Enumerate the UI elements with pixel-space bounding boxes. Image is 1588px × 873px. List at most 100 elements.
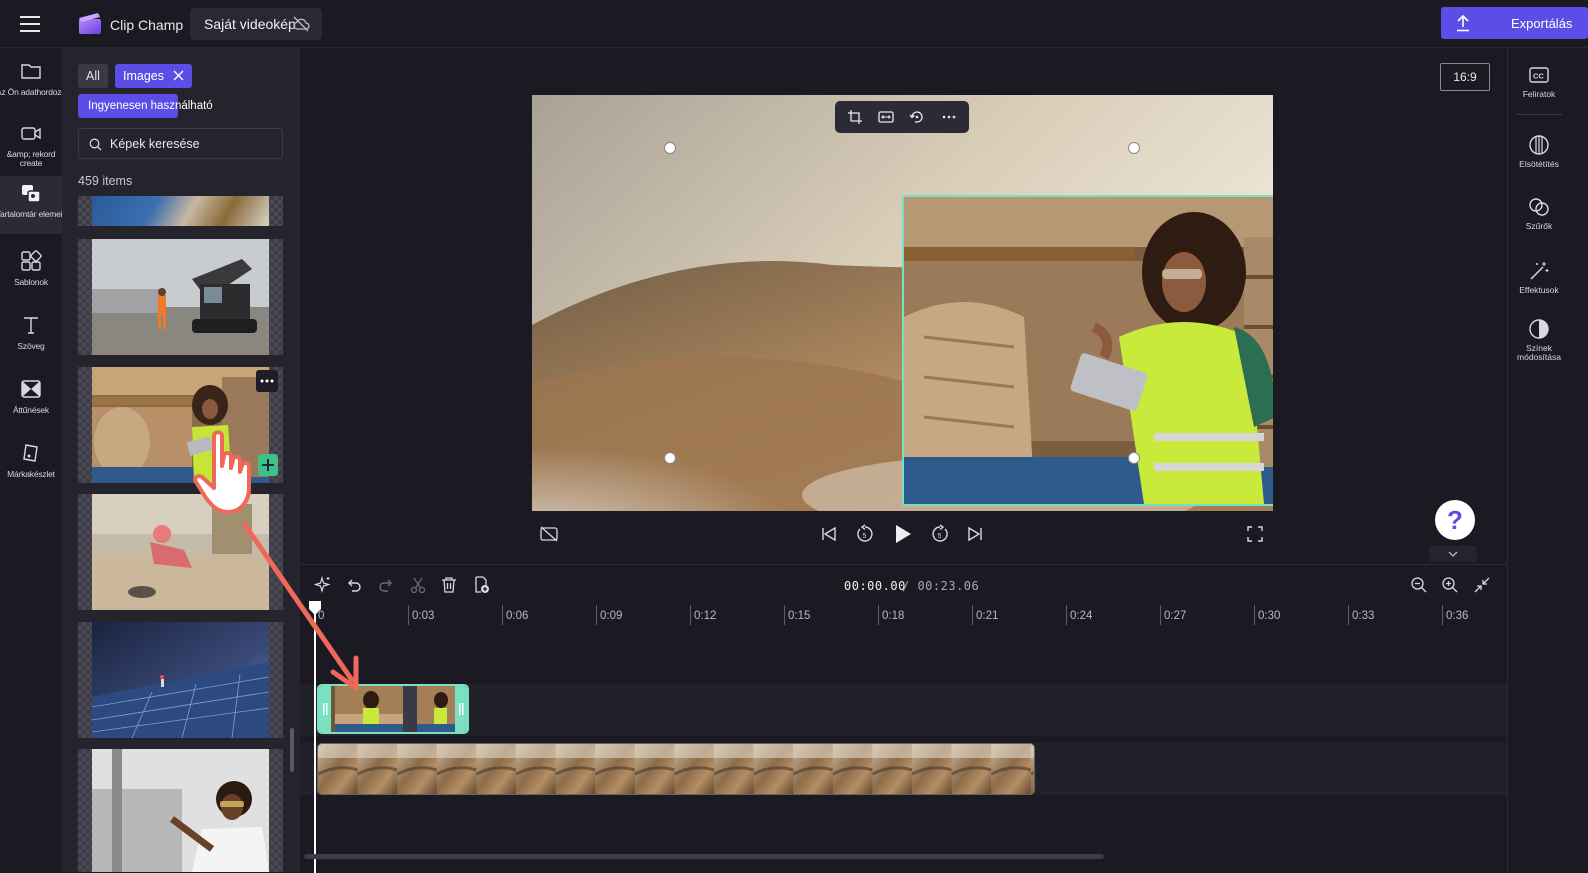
resize-handle-top-left[interactable] — [664, 142, 676, 154]
sidebar-item-fade[interactable]: Elsötétítés — [1508, 134, 1588, 190]
zoom-in-icon[interactable] — [1441, 576, 1459, 594]
magic-sparkle-icon[interactable] — [314, 576, 332, 594]
adjust-colors-icon — [1528, 318, 1550, 340]
fade-icon — [1528, 134, 1550, 156]
sidebar-item-brand-kit[interactable]: Márkakészlet — [0, 436, 62, 494]
ruler-tick-label: 0:18 — [882, 610, 905, 622]
image-thumbnail[interactable] — [78, 622, 283, 738]
playhead-handle[interactable] — [309, 601, 321, 615]
items-count: 459 items — [78, 174, 132, 188]
play-icon[interactable] — [893, 523, 913, 545]
captions-icon: CC — [1528, 64, 1550, 86]
ruler-tick: 0:15 — [784, 605, 810, 625]
search-input[interactable]: Képek keresése — [78, 128, 283, 159]
ruler-tick-label: 0:12 — [694, 610, 717, 622]
playhead[interactable] — [314, 605, 316, 873]
sidebar-item-label: &amp; rekord create — [6, 149, 56, 168]
clipchamp-logo-icon — [78, 12, 102, 36]
text-icon — [20, 314, 42, 336]
svg-text:CC: CC — [1533, 72, 1544, 81]
video-clip-desert[interactable] — [317, 743, 1035, 795]
fit-timeline-icon[interactable] — [1473, 576, 1491, 594]
library-scrollbar[interactable] — [290, 728, 294, 772]
skip-to-end-icon[interactable] — [966, 525, 984, 543]
lab-scientist-photo — [92, 749, 269, 872]
templates-icon — [20, 250, 42, 272]
more-options-icon[interactable] — [941, 109, 957, 125]
hamburger-menu-icon[interactable] — [18, 13, 42, 35]
current-time: 00:00.00 — [844, 579, 906, 593]
resize-handle-top-right[interactable] — [1128, 142, 1140, 154]
crop-icon[interactable] — [847, 109, 863, 125]
timeline-track — [300, 684, 1507, 736]
sidebar-item-captions[interactable]: CC Feliratok — [1508, 64, 1588, 120]
camera-icon — [20, 122, 42, 144]
captions-off-icon[interactable] — [540, 526, 558, 542]
ruler-tick-label: 0:15 — [788, 610, 811, 622]
image-thumbnail[interactable] — [78, 494, 283, 610]
image-thumbnail[interactable] — [78, 749, 283, 872]
sidebar-item-text[interactable]: Szöveg — [0, 308, 62, 366]
rewind-5s-icon[interactable]: 5 — [855, 524, 875, 544]
sidebar-item-your-media[interactable]: Az Ön adathordozója — [0, 54, 72, 112]
ruler-tick: 0:30 — [1254, 605, 1280, 625]
image-thumbnail[interactable] — [78, 239, 283, 355]
export-button[interactable]: Exportálás — [1441, 7, 1588, 39]
time-ruler[interactable]: 0 0:03 0:06 0:09 0:12 0:15 0:18 0:21 0:24 0:27 0:3… — [314, 605, 1504, 625]
close-icon[interactable] — [173, 70, 184, 81]
sidebar-item-record-create[interactable]: &amp; rekord create — [0, 116, 62, 174]
image-thumbnail[interactable] — [78, 196, 283, 226]
sidebar-item-adjust-colors[interactable]: Színek módosítása — [1508, 318, 1588, 374]
undo-icon[interactable] — [345, 576, 363, 594]
sidebar-item-label: Elsötétítés — [1519, 159, 1559, 169]
solar-panels-night-photo — [92, 622, 269, 738]
resize-handle-bottom-left[interactable] — [664, 452, 676, 464]
ruler-tick-label: 0:33 — [1352, 610, 1375, 622]
warehouse-worker-photo — [92, 367, 269, 483]
search-placeholder: Képek keresése — [110, 137, 200, 151]
aspect-ratio-button[interactable]: 16:9 — [1440, 63, 1490, 91]
sidebar-item-label: Tartalomtár elemeinek — [0, 209, 76, 219]
forward-5s-icon[interactable]: 5 — [930, 524, 950, 544]
add-to-timeline-icon[interactable] — [258, 454, 278, 476]
add-media-icon[interactable] — [472, 576, 490, 594]
app-name: Clip Champ — [110, 17, 184, 33]
filter-chip-images[interactable]: Images — [115, 64, 192, 88]
filter-chip-all[interactable]: All — [78, 64, 108, 88]
cloud-off-icon — [292, 16, 310, 32]
divider — [1516, 114, 1562, 115]
timeline: 00:00.00 / 00:23.06 0 0:03 0:06 0:09 0:12 0:1… — [300, 564, 1507, 873]
split-scissors-icon[interactable] — [409, 576, 427, 594]
rotate-icon[interactable] — [909, 109, 925, 125]
sidebar-item-templates[interactable]: Sablonok — [0, 244, 62, 302]
filters-icon — [1528, 196, 1550, 218]
ruler-tick-label: 0:27 — [1164, 610, 1187, 622]
ruler-tick-label: 0:03 — [412, 610, 435, 622]
sidebar-item-effects[interactable]: Effektusok — [1508, 260, 1588, 316]
timeline-scrollbar[interactable] — [304, 854, 1104, 859]
zoom-out-icon[interactable] — [1410, 576, 1428, 594]
left-sidebar: Az Ön adathordozója &amp; rekord create … — [0, 48, 76, 872]
redo-icon[interactable] — [377, 576, 395, 594]
items-count-label: items — [102, 174, 133, 188]
sidebar-item-content-library[interactable]: Tartalomtár elemeinek — [0, 176, 76, 234]
image-thumbnail[interactable] — [78, 367, 283, 483]
help-button[interactable]: ? — [1435, 500, 1475, 540]
overlay-image-selected[interactable] — [902, 195, 1273, 506]
filter-chip-free-to-use[interactable]: Ingyenesen használható — [78, 94, 213, 118]
sidebar-item-label: Áttűnések — [12, 405, 49, 415]
more-options-icon[interactable] — [256, 370, 278, 392]
video-canvas[interactable] — [532, 95, 1273, 511]
resize-handle-bottom-right[interactable] — [1128, 452, 1140, 464]
sidebar-item-filters[interactable]: Szűrők — [1508, 196, 1588, 252]
delete-trash-icon[interactable] — [440, 576, 458, 594]
chevron-down-icon[interactable] — [1429, 546, 1477, 562]
ruler-tick: 0:12 — [690, 605, 716, 625]
fullscreen-icon[interactable] — [1247, 526, 1263, 542]
sidebar-item-transitions[interactable]: Áttűnések — [0, 372, 62, 430]
skip-to-start-icon[interactable] — [820, 525, 838, 543]
image-clip-selected[interactable] — [317, 684, 469, 734]
ruler-tick-label: 0:09 — [600, 610, 623, 622]
fit-icon[interactable] — [878, 109, 894, 125]
ruler-tick: 0:09 — [596, 605, 622, 625]
